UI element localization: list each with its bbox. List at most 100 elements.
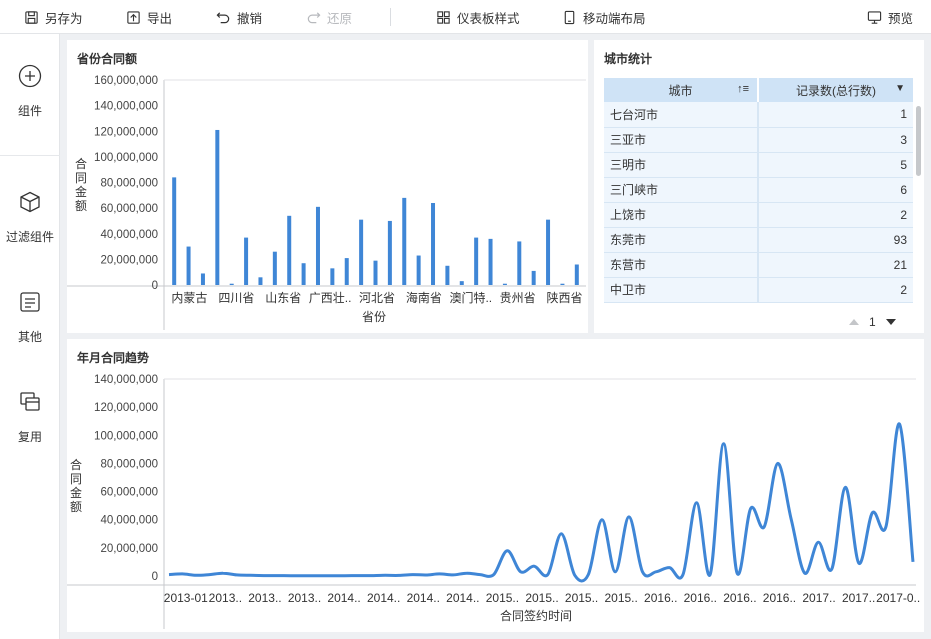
city-cell: 三门峡市 [604, 177, 759, 203]
city-cell: 中卫市 [604, 277, 759, 303]
bar[interactable] [330, 268, 335, 285]
count-cell: 6 [758, 177, 913, 203]
city-stats-panel: 城市统计 城市 ↑≡ 记录数(总行数) ▼ 七台河市 1 三亚市 3 三明市 5 三门峡市 6… [594, 40, 924, 333]
bar[interactable] [359, 219, 364, 285]
redo-button[interactable]: 还原 [306, 0, 352, 34]
bar[interactable] [229, 283, 234, 285]
table-row[interactable]: 七台河市 1 [604, 102, 913, 128]
count-cell: 21 [758, 252, 913, 278]
bar[interactable] [258, 277, 263, 285]
city-table: 城市 ↑≡ 记录数(总行数) ▼ 七台河市 1 三亚市 3 三明市 5 三门峡市 6 上饶市 2 东… [604, 78, 913, 303]
save-as-button[interactable]: 另存为 [24, 0, 83, 34]
bar[interactable] [402, 197, 407, 285]
bar[interactable] [344, 258, 349, 285]
mobile-layout-button[interactable]: 移动端布局 [562, 0, 646, 34]
city-cell: 三亚市 [604, 127, 759, 153]
bar[interactable] [315, 206, 320, 285]
bar[interactable] [215, 129, 220, 285]
city-cell: 七台河市 [604, 102, 759, 128]
dropdown-icon[interactable]: ▼ [895, 83, 905, 94]
table-row[interactable]: 三明市 5 [604, 152, 913, 178]
table-row[interactable]: 中卫市 2 [604, 277, 913, 303]
bar[interactable] [546, 219, 551, 285]
y-tick-label: 160,000,000 [94, 75, 158, 87]
city-cell: 东莞市 [604, 227, 759, 253]
bar[interactable] [574, 264, 579, 286]
x-tick-label: 2014.. [446, 591, 479, 605]
dashboard-style-label: 仪表板样式 [457, 11, 520, 26]
bar[interactable] [459, 281, 464, 285]
sidebar-label-other: 其他 [17, 330, 42, 344]
x-axis-title: 合同签约时间 [500, 608, 572, 623]
y-tick-label: 80,000,000 [100, 458, 158, 470]
monitor-icon [867, 10, 882, 24]
bar[interactable] [287, 215, 292, 285]
city-cell: 上饶市 [604, 202, 759, 228]
sort-icon[interactable]: ↑≡ [737, 83, 749, 95]
table-row[interactable]: 三亚市 3 [604, 127, 913, 153]
table-row[interactable]: 东营市 21 [604, 252, 913, 278]
bar[interactable] [200, 273, 205, 285]
x-axis-title: 省份 [362, 310, 386, 324]
preview-button[interactable]: 预览 [867, 0, 913, 34]
pagination: 1 [849, 315, 896, 329]
bar[interactable] [474, 237, 479, 285]
table-row[interactable]: 上饶市 2 [604, 202, 913, 228]
x-tick-label: 2014.. [367, 591, 400, 605]
bar[interactable] [186, 246, 191, 285]
bar[interactable] [272, 251, 277, 285]
count-cell: 2 [758, 202, 913, 228]
cube-icon [20, 191, 40, 213]
bar[interactable] [416, 255, 421, 285]
y-axis-title-char: 金 [75, 184, 87, 199]
layers-icon [20, 392, 40, 411]
column-header-count[interactable]: 记录数(总行数) ▼ [758, 78, 913, 102]
count-cell: 1 [758, 102, 913, 128]
monthly-trend-panel: 年月合同趋势 0 20,000,000 40,000,000 60,000,000 80… [67, 339, 924, 632]
y-axis-title-char: 合 [70, 457, 82, 472]
x-tick-label: 澳门特.. [449, 290, 492, 305]
bar[interactable] [517, 241, 522, 285]
sidebar-item-other[interactable]: 其他 [0, 290, 60, 345]
bar[interactable] [172, 177, 177, 285]
table-row[interactable]: 三门峡市 6 [604, 177, 913, 203]
dashboard-style-button[interactable]: 仪表板样式 [436, 0, 520, 34]
line-chart: 0 20,000,000 40,000,000 60,000,000 80,000,00… [67, 374, 920, 629]
bar[interactable] [431, 203, 436, 285]
y-axis-title-char: 同 [75, 171, 87, 185]
sidebar-item-filter-components[interactable]: 过滤组件 [0, 190, 60, 245]
table-title: 城市统计 [604, 52, 653, 66]
bar[interactable] [445, 265, 450, 285]
column-header-city-label: 城市 [668, 83, 693, 98]
sidebar-divider [0, 155, 60, 156]
bar[interactable] [531, 270, 536, 285]
y-tick-label: 40,000,000 [100, 229, 158, 241]
x-tick-label: 2015.. [604, 591, 637, 605]
y-tick-label: 60,000,000 [100, 203, 158, 215]
bar[interactable] [373, 260, 378, 285]
mobile-icon [564, 10, 575, 24]
page-down-icon[interactable] [885, 319, 896, 325]
table-row[interactable]: 东莞市 93 [604, 227, 913, 253]
sidebar-label-filter-components: 过滤组件 [5, 230, 54, 244]
page-up-icon[interactable] [849, 319, 859, 325]
bar[interactable] [502, 283, 507, 285]
y-tick-label: 120,000,000 [94, 126, 158, 138]
y-tick-label: 0 [152, 571, 158, 583]
trend-line[interactable] [168, 422, 915, 583]
table-scrollbar[interactable] [916, 106, 921, 176]
bar[interactable] [560, 283, 565, 285]
column-header-city[interactable]: 城市 ↑≡ [604, 78, 759, 102]
bar[interactable] [387, 220, 392, 285]
export-button[interactable]: 导出 [126, 0, 172, 34]
x-tick-label: 2013.. [248, 591, 281, 605]
sidebar-item-reuse[interactable]: 复用 [0, 390, 60, 445]
bar-chart: 0 20,000,000 40,000,000 60,000,000 80,000,00… [67, 75, 586, 330]
bar[interactable] [488, 238, 493, 285]
undo-button[interactable]: 撤销 [216, 0, 262, 34]
sidebar-item-components[interactable]: 组件 [0, 64, 60, 119]
y-tick-label: 20,000,000 [100, 543, 158, 555]
bar[interactable] [301, 263, 306, 285]
y-tick-label: 20,000,000 [100, 254, 158, 266]
bar[interactable] [244, 237, 249, 285]
